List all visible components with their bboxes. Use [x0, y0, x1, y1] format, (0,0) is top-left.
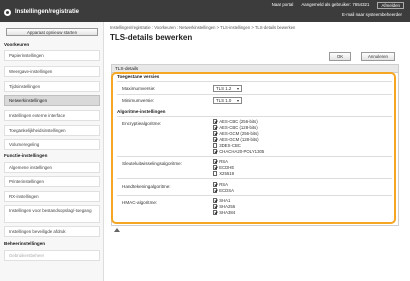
brand: Instellingen/registratie: [4, 7, 79, 17]
logout-button[interactable]: Afmelden: [377, 2, 404, 9]
highlight-frame: [111, 72, 396, 224]
settings-logo-icon: [4, 8, 11, 16]
sidebar-section-beheer: Beheerinstellingen: [4, 241, 46, 246]
logged-in-user: Aangemeld als gebruiker: 7654321: [301, 2, 370, 7]
back-to-top-icon[interactable]: [114, 228, 120, 233]
top-bar: Instellingen/registratie Naar portal Aan…: [0, 0, 410, 22]
sidebar-item-papier[interactable]: Papierinstellingen: [4, 50, 100, 61]
sidebar-item-volume[interactable]: Volumeregeling: [4, 139, 100, 150]
sidebar-section-voorkeuren: Voorkeuren: [4, 42, 30, 47]
sidebar-item-algemeen[interactable]: Algemene instellingen: [4, 162, 100, 173]
portal-link[interactable]: Naar portal: [272, 2, 294, 9]
sidebar-item-bestandsopslag[interactable]: Instellingen voor bestandsopslag/-toegan…: [4, 205, 100, 223]
page-title: TLS-details bewerken: [110, 33, 193, 42]
cancel-button[interactable]: Annuleren: [361, 52, 395, 61]
admin-email-link[interactable]: E-mail naar systeembeheerder: [342, 12, 402, 17]
sidebar-item-gebruikersbeheer[interactable]: Gebruikersbeheer: [4, 250, 100, 261]
app-title: Instellingen/registratie: [15, 9, 80, 15]
sidebar-item-rx[interactable]: RX-instellingen: [4, 191, 100, 202]
restart-device-button[interactable]: Apparaat opnieuw starten: [6, 28, 98, 36]
breadcrumb: Instellingen/registratie : Voorkeuren : …: [110, 25, 296, 30]
sidebar-item-printer[interactable]: Printerinstellingen: [4, 176, 100, 187]
sidebar-item-netwerk[interactable]: Netwerkinstellingen: [4, 95, 100, 106]
sidebar-item-beveiligde-afdruk[interactable]: Instellingen beveiligde afdruk: [4, 226, 100, 237]
sidebar-item-externe-interface[interactable]: Instellingen externe interface: [4, 110, 100, 121]
sidebar-item-weergave[interactable]: Weergave-instellingen: [4, 66, 100, 77]
ok-button[interactable]: OK: [329, 52, 351, 61]
top-links: Naar portal Aangemeld als gebruiker: 765…: [272, 2, 404, 9]
sidebar-item-tijd[interactable]: Tijdsinstellingen: [4, 81, 100, 92]
sidebar-item-toegankelijkheid[interactable]: Toegankelijkheidsinstellingen: [4, 125, 100, 136]
sidebar-section-functie: Functie-instellingen: [4, 153, 48, 158]
